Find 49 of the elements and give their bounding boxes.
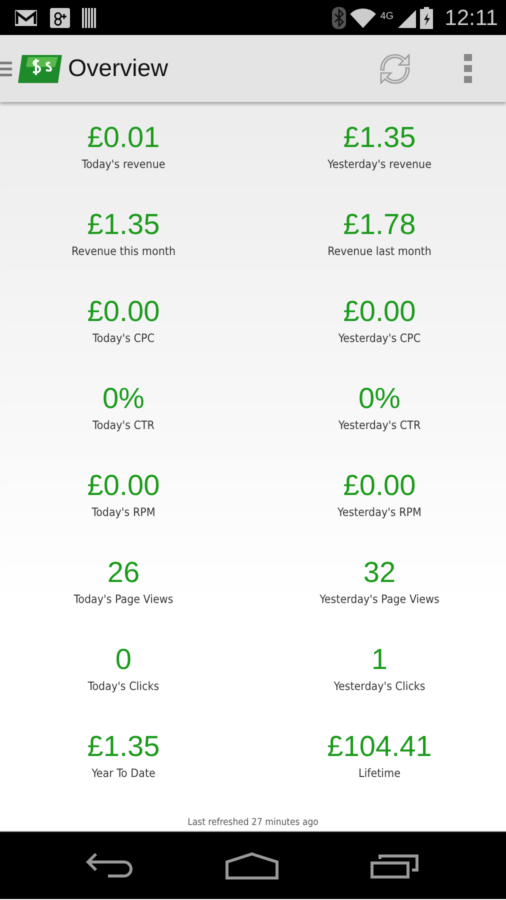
google-plus-icon bbox=[50, 8, 70, 28]
stat-label: Revenue this month bbox=[71, 243, 176, 259]
refresh-icon bbox=[378, 52, 412, 86]
clock: 12:11 bbox=[444, 4, 498, 30]
money-logo-icon bbox=[18, 52, 62, 84]
stat-value: £0.00 bbox=[87, 295, 160, 330]
stat-value: £0.00 bbox=[343, 469, 416, 504]
battery-icon bbox=[420, 6, 433, 28]
stat-value: £1.78 bbox=[343, 208, 416, 243]
stat-label: Lifetime bbox=[358, 765, 401, 781]
recent-apps-icon bbox=[370, 852, 420, 878]
stat-label: Yesterday's CTR bbox=[338, 417, 421, 433]
stat-label: Yesterday's CPC bbox=[338, 330, 421, 346]
stat-value: 1 bbox=[371, 643, 388, 678]
barcode-icon bbox=[82, 8, 98, 28]
network-type: 4G bbox=[380, 10, 394, 22]
stat-label: Today's RPM bbox=[92, 504, 156, 520]
screen-title: Overview bbox=[68, 54, 170, 82]
stat-label: Today's Page Views bbox=[74, 591, 174, 607]
stat-value: £1.35 bbox=[343, 121, 416, 156]
stat-label: Yesterday's RPM bbox=[338, 504, 422, 520]
stat-value: 0 bbox=[115, 643, 132, 678]
stat-value: £1.35 bbox=[87, 208, 160, 243]
stat-label: Yesterday's Page Views bbox=[320, 591, 440, 607]
stat-value: 0% bbox=[102, 382, 144, 417]
stat-label: Today's revenue bbox=[82, 156, 166, 172]
mail-icon bbox=[14, 8, 38, 26]
stat-label: Today's CTR bbox=[92, 417, 154, 433]
drawer-button[interactable] bbox=[0, 52, 62, 84]
back-icon bbox=[86, 852, 134, 880]
stat-value: £104.41 bbox=[327, 730, 432, 765]
stat-value: £1.35 bbox=[87, 730, 160, 765]
bluetooth-icon bbox=[332, 6, 346, 28]
more-icon bbox=[464, 54, 472, 84]
wifi-icon bbox=[350, 8, 376, 28]
stat-label: Today's CPC bbox=[92, 330, 154, 346]
stat-label: Year To Date bbox=[92, 765, 156, 781]
home-icon bbox=[224, 852, 279, 880]
stat-value: 0% bbox=[358, 382, 400, 417]
stat-label: Yesterday's Clicks bbox=[334, 678, 426, 694]
signal-icon bbox=[398, 8, 416, 28]
stat-value: £0.00 bbox=[87, 469, 160, 504]
stat-value: 26 bbox=[107, 556, 140, 591]
stat-label: Revenue last month bbox=[328, 243, 432, 259]
stat-label: Yesterday's revenue bbox=[328, 156, 432, 172]
stat-value: £0.01 bbox=[87, 121, 160, 156]
stat-value: 32 bbox=[363, 556, 396, 591]
stat-label: Today's Clicks bbox=[88, 678, 160, 694]
stat-value: £0.00 bbox=[343, 295, 416, 330]
